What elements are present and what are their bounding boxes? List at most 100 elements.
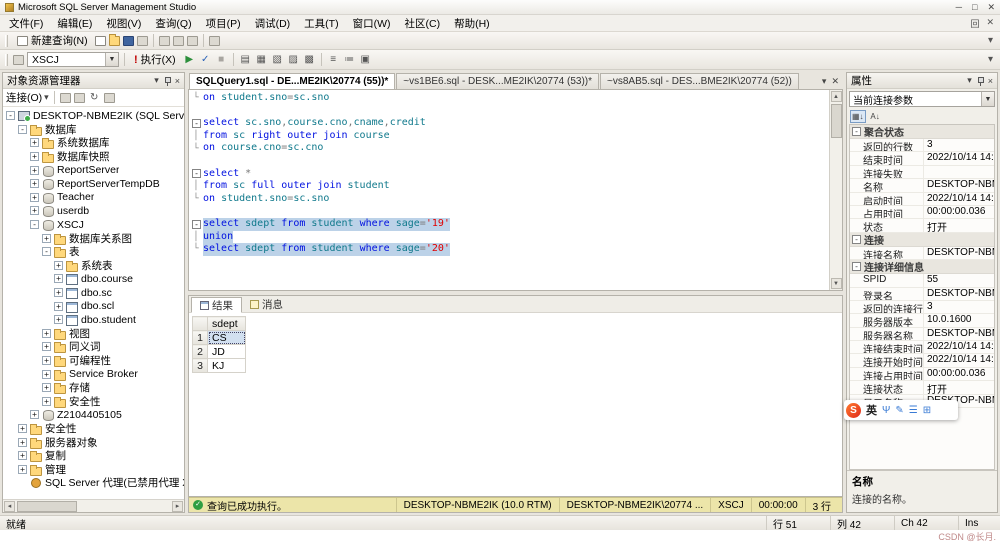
code-text[interactable]: select sdept from student where sage='20…: [203, 243, 450, 256]
grid-cell[interactable]: KJ: [208, 359, 246, 373]
close-child-icon[interactable]: ✕: [986, 17, 994, 30]
grid-corner-cell[interactable]: [193, 317, 208, 331]
keyboard-icon[interactable]: ☰: [909, 405, 918, 416]
toolbar-grip[interactable]: [5, 35, 8, 47]
tree-item[interactable]: -表: [3, 245, 184, 259]
chevron-down-icon[interactable]: ▼: [105, 53, 118, 66]
menu-item[interactable]: 社区(C): [398, 15, 448, 32]
property-row[interactable]: 连接结束时间2022/10/14 14:55:3: [850, 341, 994, 354]
tree-item[interactable]: +dbo.scl: [3, 299, 184, 313]
menu-item[interactable]: 文件(F): [2, 15, 50, 32]
code-text[interactable]: on course.cno=sc.cno: [203, 142, 323, 155]
results-to-text-icon[interactable]: ▤: [239, 54, 252, 65]
tree-item[interactable]: -XSCJ: [3, 218, 184, 232]
expand-icon[interactable]: +: [54, 274, 63, 283]
grid-cell[interactable]: CS: [208, 331, 246, 345]
expand-icon[interactable]: +: [30, 206, 39, 215]
save-icon[interactable]: [123, 36, 134, 46]
expand-icon[interactable]: +: [42, 397, 51, 406]
collapse-icon[interactable]: -: [42, 247, 51, 256]
scroll-down-icon[interactable]: ▼: [831, 278, 842, 289]
pin-icon[interactable]: [163, 76, 171, 86]
tree-item[interactable]: -数据库: [3, 123, 184, 137]
expand-icon[interactable]: +: [18, 451, 27, 460]
outline-margin-glyph[interactable]: └: [189, 193, 203, 205]
maximize-icon[interactable]: □: [972, 2, 977, 13]
code-text[interactable]: select sc.sno,course.cno,cname,credit: [203, 117, 426, 130]
property-row[interactable]: 返回的连接行数3: [850, 301, 994, 314]
expand-icon[interactable]: +: [30, 138, 39, 147]
results-to-grid-icon[interactable]: ▦: [255, 54, 268, 65]
tree-item[interactable]: SQL Server 代理(已禁用代理 XP): [3, 476, 184, 490]
expand-icon[interactable]: +: [42, 370, 51, 379]
tree-item[interactable]: +Teacher: [3, 191, 184, 205]
property-row[interactable]: 启动时间2022/10/14 14:55:3: [850, 193, 994, 206]
menu-item[interactable]: 项目(P): [199, 15, 248, 32]
uncomment-icon[interactable]: ▩: [303, 54, 316, 65]
expand-icon[interactable]: +: [18, 424, 27, 433]
menu-item[interactable]: 查询(Q): [148, 15, 198, 32]
table-row[interactable]: 3KJ: [193, 359, 246, 373]
property-row[interactable]: 连接开始时间2022/10/14 14:55:3: [850, 354, 994, 367]
menu-item[interactable]: 视图(V): [99, 15, 148, 32]
tree-item[interactable]: +dbo.student: [3, 313, 184, 327]
row-header[interactable]: 1: [193, 331, 208, 345]
tree-item[interactable]: -DESKTOP-NBME2IK (SQL Server 10.0.160: [3, 109, 184, 123]
tree-item[interactable]: +系统数据库: [3, 136, 184, 150]
code-text[interactable]: from sc right outer join course: [203, 130, 390, 143]
toolbar-overflow-icon[interactable]: ▾: [984, 54, 997, 65]
property-category[interactable]: -连接详细信息: [850, 260, 994, 274]
code-text[interactable]: from sc full outer join student: [203, 180, 390, 193]
ime-toolbar[interactable]: S 英 Ψ ✎ ☰ ⊞: [844, 400, 958, 420]
property-row[interactable]: 状态打开: [850, 219, 994, 232]
categorized-button[interactable]: ▦↓: [850, 110, 866, 123]
grid-cell[interactable]: JD: [208, 345, 246, 359]
tree-item[interactable]: +dbo.sc: [3, 286, 184, 300]
table-row[interactable]: 1CS: [193, 331, 246, 345]
property-row[interactable]: 结束时间2022/10/14 14:55:3: [850, 152, 994, 165]
tree-item[interactable]: +Z2104405105: [3, 408, 184, 422]
outline-margin-glyph[interactable]: │: [189, 130, 203, 142]
chevron-down-icon[interactable]: ▼: [981, 92, 994, 106]
tab-list-chevron-icon[interactable]: ▾: [822, 76, 827, 87]
collapse-icon[interactable]: -: [6, 111, 15, 120]
handwriting-icon[interactable]: ✎: [895, 405, 903, 416]
tree-item[interactable]: +ReportServerTempDB: [3, 177, 184, 191]
expand-icon[interactable]: +: [42, 329, 51, 338]
toolbar-grip[interactable]: [5, 54, 8, 66]
tree-item[interactable]: +dbo.course: [3, 272, 184, 286]
connect-button[interactable]: 连接(O) ▾: [6, 90, 49, 105]
sql-editor[interactable]: └on student.sno=sc.sno-select sc.sno,cou…: [188, 89, 843, 291]
expand-icon[interactable]: +: [30, 193, 39, 202]
property-row[interactable]: 连接名称DESKTOP-NBME2I: [850, 247, 994, 260]
indent-icon[interactable]: ≡: [327, 54, 340, 65]
collapse-icon[interactable]: -: [852, 235, 861, 244]
refresh-icon[interactable]: ↻: [88, 92, 101, 103]
tree-item[interactable]: +可编程性: [3, 354, 184, 368]
scroll-right-icon[interactable]: ▸: [172, 501, 183, 512]
property-row[interactable]: 连接失败: [850, 166, 994, 179]
tab-messages[interactable]: 消息: [242, 296, 291, 312]
tree-item[interactable]: +ReportServer: [3, 163, 184, 177]
tree-item[interactable]: +安全性: [3, 394, 184, 408]
tree-item[interactable]: +管理: [3, 462, 184, 476]
outdent-icon[interactable]: ≔: [343, 54, 356, 65]
toolbox-icon[interactable]: ⊞: [923, 405, 931, 416]
menu-item[interactable]: 调试(D): [248, 15, 298, 32]
tree-item[interactable]: +视图: [3, 327, 184, 341]
horizontal-scrollbar[interactable]: ◂ ▸: [3, 499, 184, 512]
disconnect-icon[interactable]: [60, 93, 71, 103]
registered-servers-icon[interactable]: [209, 36, 220, 46]
menu-item[interactable]: 工具(T): [297, 15, 345, 32]
new-query-button[interactable]: 新建查询(N): [13, 32, 92, 49]
property-row[interactable]: 服务器版本10.0.1600: [850, 314, 994, 327]
find-icon[interactable]: [187, 36, 198, 46]
tree-item[interactable]: +数据库快照: [3, 150, 184, 164]
outline-margin-glyph[interactable]: └: [189, 243, 203, 255]
expand-icon[interactable]: +: [54, 302, 63, 311]
table-row[interactable]: 2JD: [193, 345, 246, 359]
print-icon[interactable]: [173, 36, 184, 46]
menu-item[interactable]: 帮助(H): [447, 15, 497, 32]
scrollbar-thumb[interactable]: [17, 501, 77, 512]
properties-header[interactable]: 属性 ▾ ×: [847, 73, 997, 89]
